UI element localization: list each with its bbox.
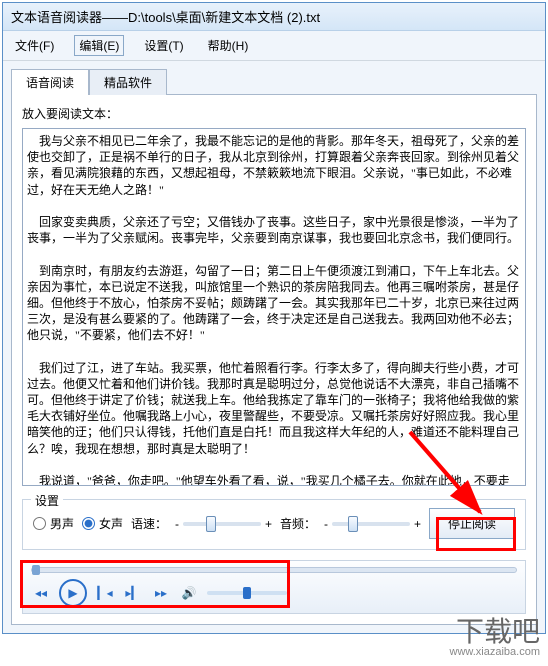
speed-plus: +	[265, 517, 272, 531]
volume-icon[interactable]: 🔊	[179, 583, 199, 603]
pitch-slider[interactable]	[332, 522, 410, 526]
stop-reading-button[interactable]: 停止阅读	[429, 508, 515, 539]
settings-group: 设置 男声 女声 语速： -	[22, 499, 526, 550]
tab-premium[interactable]: 精品软件	[89, 69, 167, 95]
rewind-icon[interactable]: ◂◂	[31, 583, 51, 603]
radio-male[interactable]	[33, 517, 46, 530]
play-button[interactable]: ▶	[59, 579, 87, 607]
reading-text-input[interactable]	[22, 128, 526, 486]
watermark: 下载吧 www.xiazaiba.com	[450, 619, 540, 658]
speed-minus: -	[175, 517, 179, 531]
audio-player: ◂◂ ▶ ▎◂ ▸▎ ▸▸ 🔊	[22, 560, 526, 614]
menu-settings[interactable]: 设置(T)	[140, 35, 187, 56]
tab-panel: 放入要阅读文本： 设置 男声 女声 语速： -	[11, 94, 537, 625]
settings-legend: 设置	[31, 492, 63, 509]
pitch-slider-wrap: - +	[324, 517, 421, 531]
forward-icon[interactable]: ▸▸	[151, 583, 171, 603]
radio-female-label: 女声	[99, 515, 123, 532]
speed-label: 语速：	[131, 515, 167, 532]
radio-male-wrap[interactable]: 男声	[33, 515, 74, 532]
pitch-label: 音频：	[280, 515, 316, 532]
progress-thumb[interactable]	[32, 565, 40, 575]
menu-file[interactable]: 文件(F)	[11, 35, 58, 56]
radio-female[interactable]	[82, 517, 95, 530]
player-progress[interactable]	[31, 567, 517, 573]
speed-slider-wrap: - +	[175, 517, 272, 531]
window-title: 文本语音阅读器——D:\tools\桌面\新建文本文档 (2).txt	[3, 3, 545, 31]
volume-thumb[interactable]	[243, 587, 251, 599]
speed-slider[interactable]	[183, 522, 261, 526]
radio-male-label: 男声	[50, 515, 74, 532]
watermark-text: 下载吧	[456, 619, 540, 647]
pitch-plus: +	[414, 517, 421, 531]
menubar: 文件(F) 编辑(E) 设置(T) 帮助(H)	[3, 31, 545, 61]
radio-female-wrap[interactable]: 女声	[82, 515, 123, 532]
speed-thumb[interactable]	[206, 516, 216, 532]
menu-edit[interactable]: 编辑(E)	[74, 35, 124, 56]
pitch-minus: -	[324, 517, 328, 531]
menu-help[interactable]: 帮助(H)	[204, 35, 253, 56]
volume-slider[interactable]	[207, 591, 287, 595]
watermark-url: www.xiazaiba.com	[450, 647, 540, 658]
pitch-thumb[interactable]	[348, 516, 358, 532]
tab-header: 语音阅读 精品软件	[11, 69, 537, 95]
input-prompt-label: 放入要阅读文本：	[22, 105, 526, 122]
next-icon[interactable]: ▸▎	[123, 583, 143, 603]
tab-voice-read[interactable]: 语音阅读	[11, 69, 89, 95]
prev-icon[interactable]: ▎◂	[95, 583, 115, 603]
